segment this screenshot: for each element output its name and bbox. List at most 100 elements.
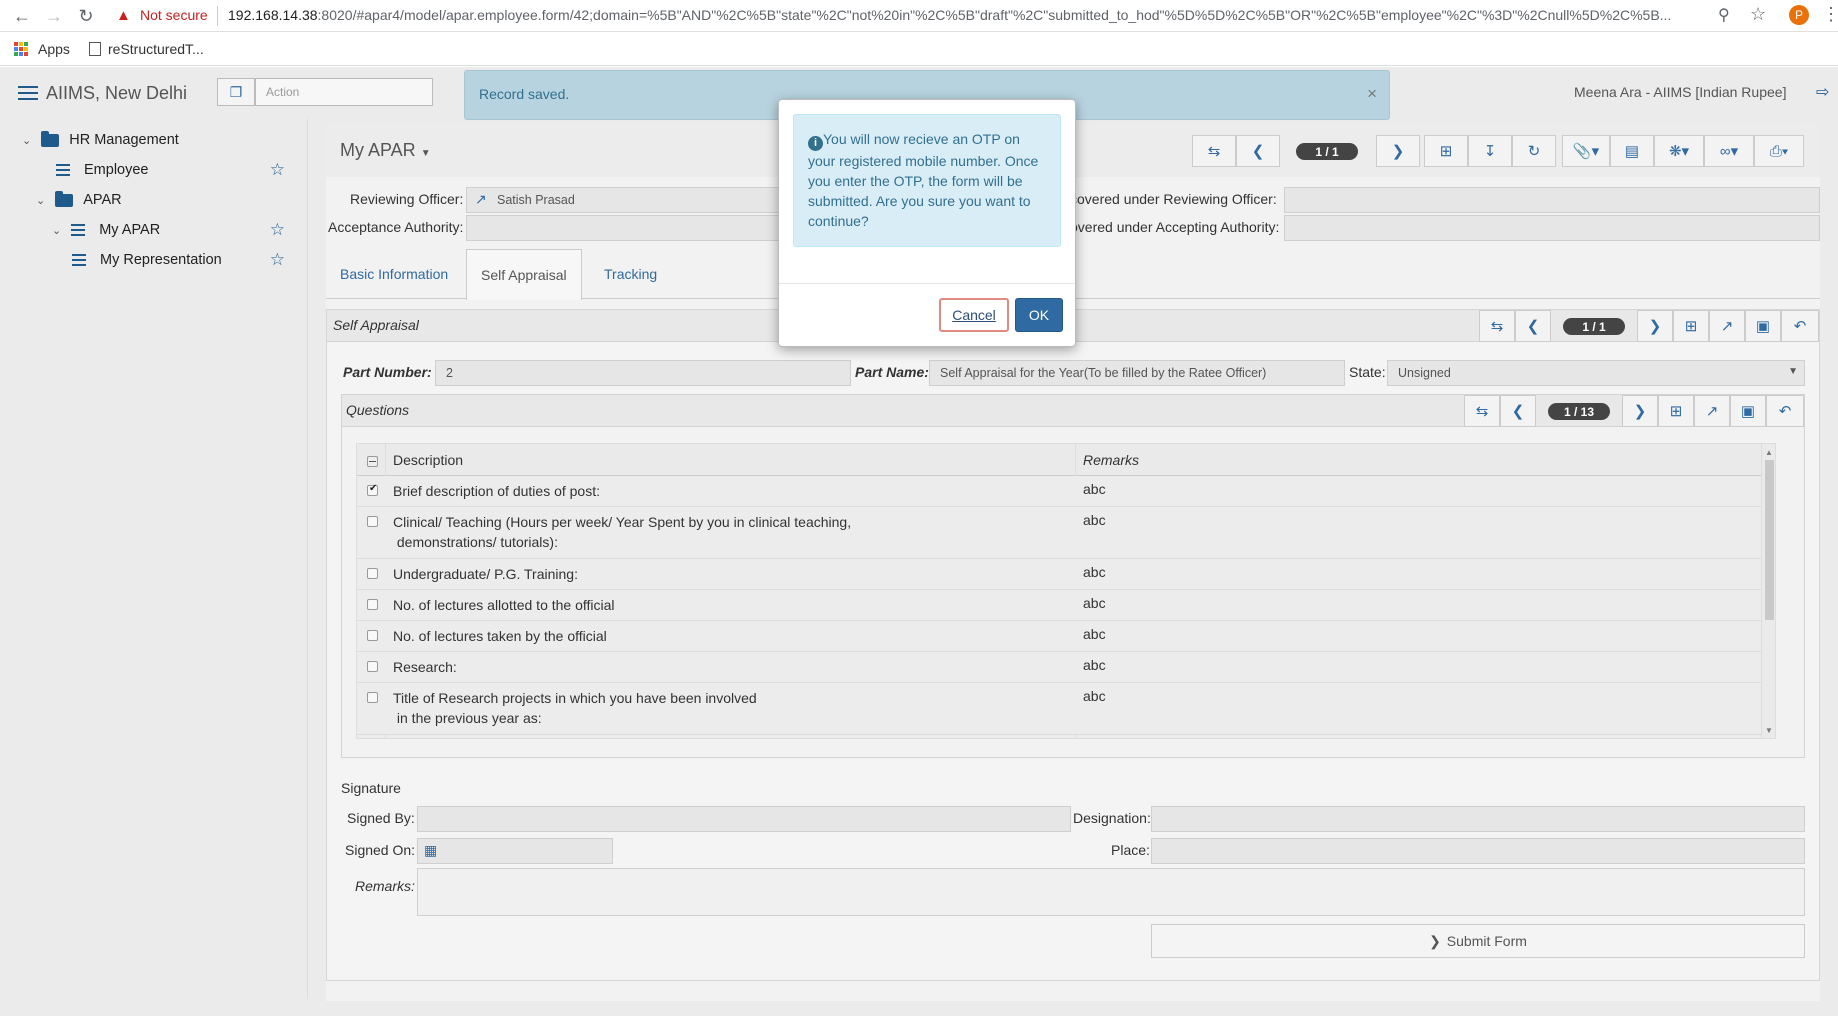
table-row[interactable]: Research: abc (357, 652, 1761, 683)
bookmarks-button[interactable]: ❐ (217, 78, 255, 106)
action-input[interactable]: Action (255, 78, 433, 106)
signed-by-field[interactable] (417, 806, 1071, 832)
tab-self-appraisal[interactable]: Self Appraisal (466, 249, 582, 300)
sidebar-item-my-apar[interactable]: ⌄ My APAR ☆ (52, 215, 307, 245)
external-link-icon[interactable]: ↗ (475, 191, 487, 208)
remarks-cell[interactable]: abc (1083, 657, 1106, 673)
scroll-down-icon[interactable]: ▼ (1765, 726, 1773, 735)
relate-button[interactable]: ∞▾ (1704, 135, 1754, 167)
form-title[interactable]: My APAR ▼ (340, 140, 431, 161)
remarks-cell[interactable]: abc (1083, 626, 1106, 642)
apps-grid-icon[interactable] (14, 42, 28, 56)
profile-avatar[interactable]: P (1789, 5, 1809, 25)
submit-form-button[interactable]: ❯ Submit Form (1151, 924, 1805, 958)
next-button[interactable]: ❯ (1622, 395, 1658, 427)
row-checkbox[interactable]: ✔ (367, 483, 378, 496)
user-label[interactable]: Meena Ara - AIIMS [Indian Rupee] (1574, 84, 1786, 100)
part-name-field[interactable]: Self Appraisal for the Year(To be filled… (929, 360, 1345, 386)
place-field[interactable] (1151, 838, 1805, 864)
scroll-up-icon[interactable]: ▲ (1765, 448, 1773, 457)
save-button[interactable]: ↧ (1468, 135, 1512, 167)
open-button[interactable]: ↗ (1694, 395, 1730, 427)
row-checkbox[interactable] (367, 692, 378, 703)
open-button[interactable]: ↗ (1709, 310, 1745, 342)
next-button[interactable]: ❯ (1637, 310, 1673, 342)
hamburger-menu-icon[interactable] (18, 86, 38, 100)
description-cell[interactable]: Undergraduate/ P.G. Training: (393, 564, 1083, 584)
row-checkbox[interactable] (367, 516, 378, 527)
remarks-textarea[interactable] (417, 868, 1805, 916)
state-select[interactable]: Unsigned ▼ (1387, 360, 1805, 386)
chevron-down-icon[interactable]: ⌄ (22, 134, 31, 147)
menu-dots-icon[interactable]: ⋮ (1822, 4, 1838, 25)
column-description[interactable]: Description (393, 452, 463, 468)
description-cell[interactable]: Clinical/ Teaching (Hours per week/ Year… (393, 512, 1083, 552)
bookmark-apps[interactable]: Apps (38, 41, 70, 57)
table-row[interactable]: No. of lectures taken by the official abc (357, 621, 1761, 652)
tab-basic-information[interactable]: Basic Information (326, 249, 462, 299)
reload-button[interactable]: ↻ (1512, 135, 1556, 167)
table-row[interactable]: Clinical/ Teaching (Hours per week/ Year… (357, 507, 1761, 559)
previous-button[interactable]: ❮ (1515, 310, 1551, 342)
column-remarks[interactable]: Remarks (1083, 452, 1139, 468)
calendar-icon[interactable]: ▦ (424, 842, 437, 859)
switch-view-button[interactable]: ⇆ (1479, 310, 1515, 342)
designation-field[interactable] (1151, 806, 1805, 832)
row-checkbox[interactable] (367, 661, 378, 672)
previous-record-button[interactable]: ❮ (1236, 135, 1280, 167)
part-number-field[interactable]: 2 (435, 360, 851, 386)
signed-on-field[interactable]: ▦ (417, 838, 613, 864)
covered-reviewing-field[interactable] (1284, 187, 1820, 213)
sidebar-item-employee[interactable]: Employee ☆ (56, 155, 307, 185)
description-cell[interactable]: Research: (393, 657, 1083, 677)
key-icon[interactable]: ⚲ (1718, 5, 1730, 25)
row-checkbox[interactable] (367, 568, 378, 579)
switch-view-button[interactable]: ⇆ (1464, 395, 1500, 427)
description-cell[interactable]: No. of lectures taken by the official (393, 626, 1083, 646)
security-label[interactable]: Not secure (140, 7, 208, 23)
address-bar[interactable]: 192.168.14.38:8020/#apar4/model/apar.emp… (228, 7, 1708, 23)
remarks-cell[interactable]: abc (1083, 512, 1106, 528)
description-cell[interactable]: Title of Research projects in which you … (393, 688, 1083, 728)
back-arrow-icon[interactable]: ← (10, 4, 34, 28)
new-button[interactable]: ⊞ (1673, 310, 1709, 342)
table-row[interactable]: ✔ Brief description of duties of post: abc (357, 476, 1761, 507)
sidebar-item-apar[interactable]: ⌄ APAR (36, 185, 307, 215)
bookmark-restructured[interactable]: reStructuredT... (108, 41, 204, 57)
notes-button[interactable]: ▤ (1610, 135, 1654, 167)
print-button[interactable]: ⎙▾ (1754, 135, 1804, 167)
cancel-button[interactable]: Cancel (939, 298, 1009, 332)
description-cell[interactable]: No. of lectures allotted to the official (393, 595, 1083, 615)
delete-button[interactable]: ▣ (1730, 395, 1766, 427)
covered-accepting-field[interactable] (1284, 215, 1820, 241)
delete-button[interactable]: ▣ (1745, 310, 1781, 342)
undo-button[interactable]: ↶ (1781, 310, 1819, 342)
star-icon[interactable]: ☆ (270, 160, 285, 180)
sidebar-item-hr-management[interactable]: ⌄ HR Management (22, 125, 307, 155)
undo-button[interactable]: ↶ (1766, 395, 1804, 427)
attachment-button[interactable]: 📎▾ (1562, 135, 1610, 167)
logout-icon[interactable]: ⇨ (1816, 82, 1829, 102)
new-record-button[interactable]: ⊞ (1424, 135, 1468, 167)
table-row[interactable]: No. of lectures allotted to the official… (357, 590, 1761, 621)
remarks-cell[interactable]: abc (1083, 564, 1106, 580)
description-cell[interactable]: Brief description of duties of post: (393, 481, 1083, 501)
sidebar-item-my-representation[interactable]: My Representation ☆ (72, 245, 307, 275)
ok-button[interactable]: OK (1015, 298, 1063, 332)
scroll-thumb[interactable] (1765, 460, 1774, 620)
row-checkbox[interactable] (367, 630, 378, 641)
tab-tracking[interactable]: Tracking (590, 249, 671, 299)
switch-view-button[interactable]: ⇆ (1192, 135, 1236, 167)
table-row[interactable]: Undergraduate/ P.G. Training: abc (357, 559, 1761, 590)
chevron-down-icon[interactable]: ⌄ (52, 224, 61, 237)
remarks-cell[interactable]: abc (1083, 688, 1106, 704)
scrollbar[interactable]: ▲ ▼ (1761, 444, 1775, 738)
next-record-button[interactable]: ❯ (1376, 135, 1420, 167)
remarks-cell[interactable]: abc (1083, 481, 1106, 497)
new-button[interactable]: ⊞ (1658, 395, 1694, 427)
table-row[interactable]: Title of Research projects in which you … (357, 683, 1761, 735)
close-icon[interactable]: × (1367, 84, 1377, 104)
bookmark-star-icon[interactable]: ☆ (1750, 4, 1766, 25)
actions-button[interactable]: ❋▾ (1654, 135, 1704, 167)
chevron-down-icon[interactable]: ⌄ (36, 194, 45, 207)
